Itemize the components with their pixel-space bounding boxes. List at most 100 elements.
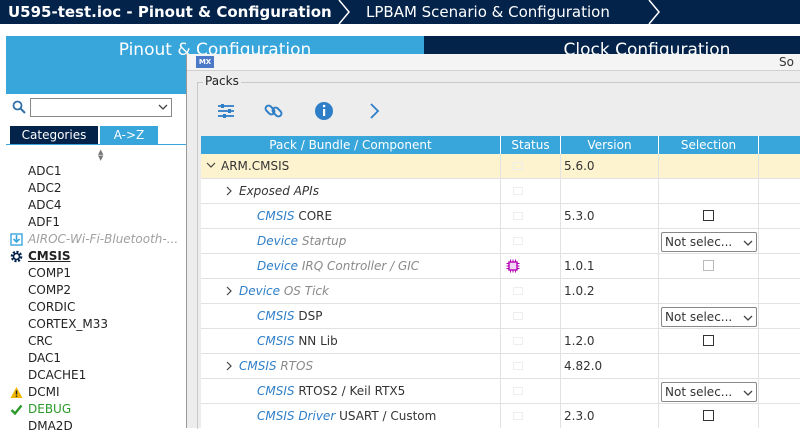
component-label: CMSIS Driver USART / Custom [257, 404, 436, 428]
component-name-cell: CMSIS DSP [201, 304, 501, 328]
chevron-right-icon[interactable] [223, 279, 235, 303]
chevron-down-icon [743, 390, 753, 396]
peripheral-item[interactable]: DMA2D [28, 418, 73, 435]
peripheral-item[interactable]: COMP1 [28, 265, 71, 282]
extra-cell [759, 354, 800, 378]
breadcrumb-separator-icon [648, 0, 660, 24]
column-header-status[interactable]: Status [501, 136, 561, 154]
chip-icon [506, 259, 520, 273]
component-name-cell: CMSIS RTOS2 / Keil RTX5 [201, 379, 501, 403]
selection-cell: Not selec... [659, 379, 759, 403]
peripheral-item[interactable]: ADC2 [28, 180, 61, 197]
download-icon [10, 233, 23, 246]
peripheral-item[interactable]: CMSIS [28, 248, 71, 265]
peripheral-item[interactable]: COMP2 [28, 282, 71, 299]
chevron-right-icon[interactable] [223, 179, 235, 203]
status-cell [501, 254, 561, 278]
peripheral-item[interactable]: CORDIC [28, 299, 75, 316]
component-label-part: NN Lib [294, 334, 338, 348]
table-row[interactable]: Exposed APIs [201, 179, 800, 204]
table-row[interactable]: CMSIS CORE 5.3.0 [201, 204, 800, 229]
selection-cell [659, 254, 759, 278]
status-placeholder-icon [513, 337, 523, 345]
selection-cell [659, 204, 759, 228]
status-cell [501, 304, 561, 328]
component-label-part: Device [257, 234, 299, 248]
peripheral-item[interactable]: ADF1 [28, 214, 60, 231]
table-header: Pack / Bundle / Component Status Version… [201, 136, 800, 154]
selection-cell [659, 154, 759, 178]
selection-cell [659, 329, 759, 353]
variant-select[interactable]: Not selec... [661, 232, 757, 252]
table-row[interactable]: CMSIS Driver USART / Custom 2.3.0 [201, 404, 800, 428]
version-cell: 1.2.0 [561, 329, 659, 353]
version-cell [561, 379, 659, 403]
version-cell: 5.6.0 [561, 154, 659, 178]
chevron-down-icon[interactable] [158, 102, 168, 112]
mx-logo-icon: MX [196, 56, 214, 68]
peripheral-item[interactable]: CORTEX_M33 [28, 316, 108, 333]
breadcrumb-lpbam[interactable]: LPBAM Scenario & Configuration [366, 0, 610, 24]
gear-icon [10, 250, 23, 263]
selection-cell [659, 404, 759, 428]
peripheral-item[interactable]: CRC [28, 333, 53, 350]
variant-select[interactable]: Not selec... [661, 382, 757, 402]
status-placeholder-icon [513, 287, 523, 295]
component-checkbox[interactable] [703, 210, 714, 221]
version-cell [561, 304, 659, 328]
table-row[interactable]: CMSIS RTOS 4.82.0 [201, 354, 800, 379]
table-row[interactable]: ARM.CMSIS 5.6.0 [201, 154, 800, 179]
peripheral-item[interactable]: AIROC-Wi-Fi-Bluetooth-... [28, 231, 178, 248]
chevron-right-icon[interactable] [363, 100, 385, 122]
column-header-name[interactable]: Pack / Bundle / Component [201, 136, 501, 154]
link-icon[interactable] [263, 100, 285, 122]
extra-cell [759, 179, 800, 203]
status-cell [501, 404, 561, 428]
tab-a-to-z[interactable]: A->Z [100, 126, 158, 144]
version-cell: 5.3.0 [561, 204, 659, 228]
breadcrumb: U595-test.ioc - Pinout & Configuration L… [0, 0, 800, 24]
status-placeholder-icon [513, 412, 523, 420]
chevron-down-icon[interactable] [205, 154, 217, 178]
extra-cell [759, 154, 800, 178]
breadcrumb-project[interactable]: U595-test.ioc - Pinout & Configuration [8, 0, 332, 24]
settings-icon[interactable] [215, 100, 237, 122]
status-placeholder-icon [513, 212, 523, 220]
version-cell: 1.0.2 [561, 279, 659, 303]
selection-cell: Not selec... [659, 304, 759, 328]
peripheral-item[interactable]: DEBUG [28, 401, 71, 418]
component-checkbox[interactable] [703, 335, 714, 346]
peripheral-item[interactable]: ADC4 [28, 197, 61, 214]
peripheral-item[interactable]: DAC1 [28, 350, 61, 367]
peripheral-item[interactable]: ADC1 [28, 163, 61, 180]
tab-categories[interactable]: Categories [10, 126, 98, 144]
peripheral-item[interactable]: DCACHE1 [28, 367, 86, 384]
table-row[interactable]: CMSIS RTOS2 / Keil RTX5 Not selec... [201, 379, 800, 404]
extra-cell [759, 229, 800, 253]
check-icon [10, 404, 23, 416]
table-row[interactable]: Device OS Tick 1.0.2 [201, 279, 800, 304]
column-header-version[interactable]: Version [561, 136, 659, 154]
table-row[interactable]: Device Startup Not selec... [201, 229, 800, 254]
chevron-right-icon[interactable] [223, 354, 235, 378]
component-label-part: OS Tick [280, 284, 329, 298]
selection-cell [659, 354, 759, 378]
search-input[interactable] [30, 98, 172, 117]
component-label: ARM.CMSIS [221, 154, 289, 178]
table-row[interactable]: CMSIS NN Lib 1.2.0 [201, 329, 800, 354]
variant-select[interactable]: Not selec... [661, 307, 757, 327]
sort-icon[interactable]: ▲ ▼ [98, 149, 103, 162]
table-row[interactable]: Device IRQ Controller / GIC 1.0.1 [201, 254, 800, 279]
variant-select-value: Not selec... [665, 385, 733, 399]
component-name-cell: Device OS Tick [201, 279, 501, 303]
component-label-part: Device [257, 259, 299, 273]
peripheral-item[interactable]: DCMI [28, 384, 60, 401]
column-header-selection[interactable]: Selection [659, 136, 759, 154]
component-checkbox[interactable] [703, 410, 714, 421]
info-icon[interactable] [313, 100, 335, 122]
table-row[interactable]: CMSIS DSP Not selec... [201, 304, 800, 329]
component-name-cell: Device Startup [201, 229, 501, 253]
version-cell: 1.0.1 [561, 254, 659, 278]
component-label-part: CMSIS [257, 209, 295, 223]
search-icon[interactable] [12, 100, 26, 114]
